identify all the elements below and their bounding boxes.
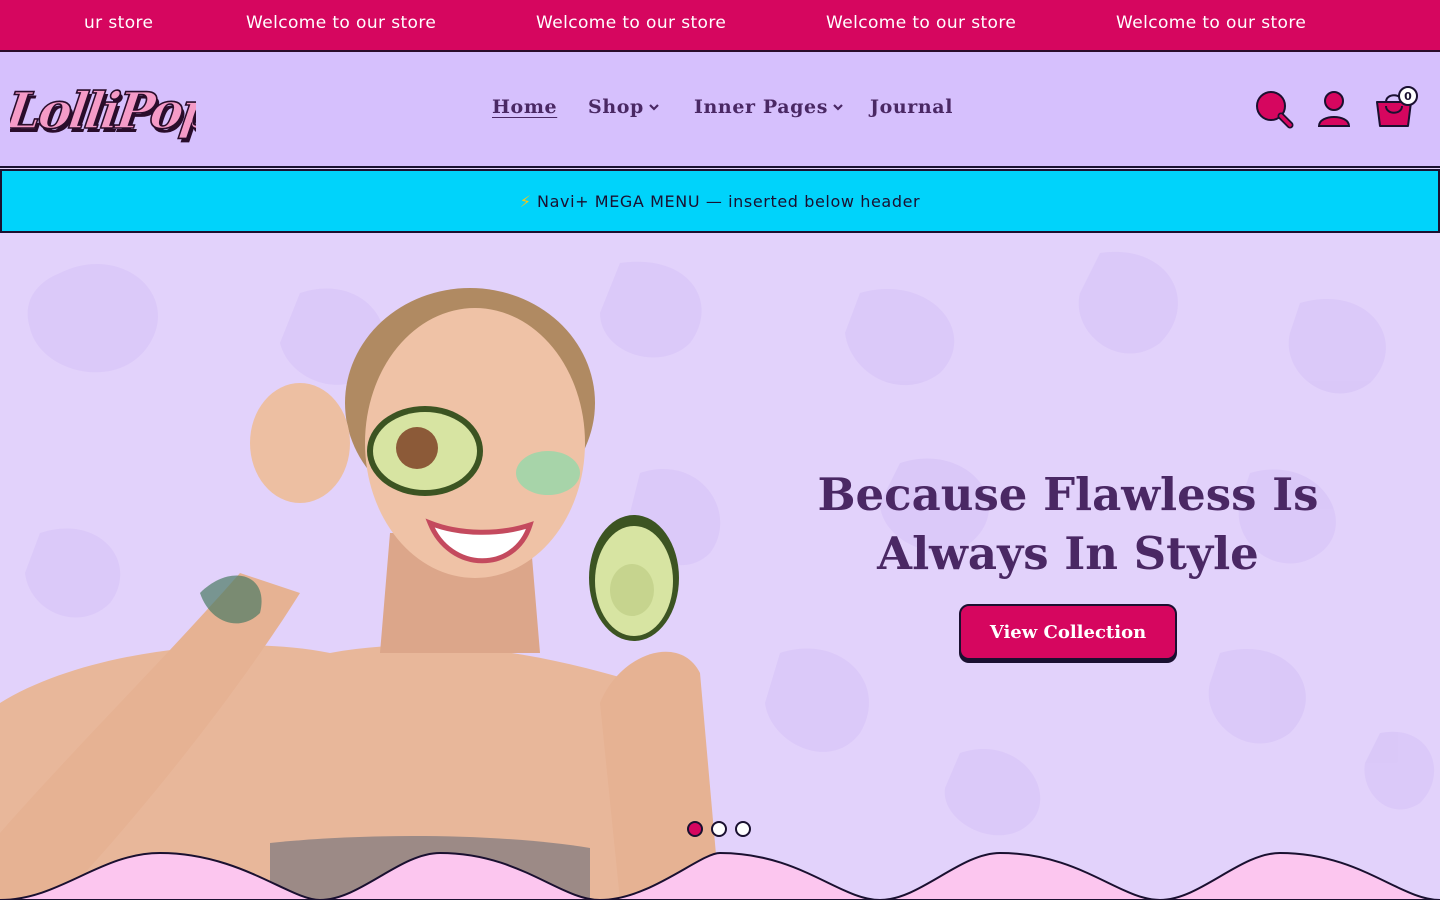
nav-item-label: Journal [870, 96, 954, 118]
chevron-down-icon [649, 104, 659, 111]
announcement-item: Welcome to our store [1116, 13, 1307, 33]
nav-item-inner-pages[interactable]: Inner Pages [694, 96, 844, 118]
main-nav: Home Shop Inner Pages Journal [0, 96, 1440, 126]
nav-item-shop[interactable]: Shop [588, 96, 660, 118]
cart-count-badge: 0 [1398, 86, 1418, 106]
slide-dot-2[interactable] [711, 821, 727, 837]
announcement-item: Welcome to our store [826, 13, 1017, 33]
site-header: LolliPop LolliPop Home Shop Inner Pages … [0, 52, 1440, 168]
announcement-item: Welcome to our store [536, 13, 727, 33]
nav-item-label: Inner Pages [694, 96, 828, 118]
nav-item-home[interactable]: Home [492, 96, 557, 118]
slide-dot-1[interactable] [687, 821, 703, 837]
announcement-item: ur store [84, 13, 154, 33]
hero-slideshow: Because Flawless Is Always In Style View… [0, 233, 1440, 900]
view-collection-button[interactable]: View Collection [959, 604, 1177, 660]
lightning-icon: ⚡ [519, 191, 532, 211]
mega-menu-banner[interactable]: ⚡ Navi+ MEGA MENU — inserted below heade… [0, 169, 1440, 233]
announcement-bar: ur store Welcome to our store Welcome to… [0, 0, 1440, 52]
hero-model-image [0, 288, 720, 900]
nav-item-label: Shop [588, 96, 644, 118]
slide-dot-3[interactable] [735, 821, 751, 837]
nav-item-label: Home [492, 96, 558, 118]
mega-menu-text: Navi+ MEGA MENU — inserted below header [537, 191, 921, 211]
search-icon[interactable] [1253, 88, 1295, 130]
slideshow-dots [687, 821, 751, 837]
hero-title: Because Flawless Is Always In Style [817, 468, 1319, 580]
user-icon[interactable] [1313, 88, 1355, 130]
hero-wave-divider [0, 851, 1440, 900]
chevron-down-icon [833, 104, 843, 111]
announcement-item: Welcome to our store [246, 13, 437, 33]
nav-item-journal[interactable]: Journal [870, 96, 953, 118]
